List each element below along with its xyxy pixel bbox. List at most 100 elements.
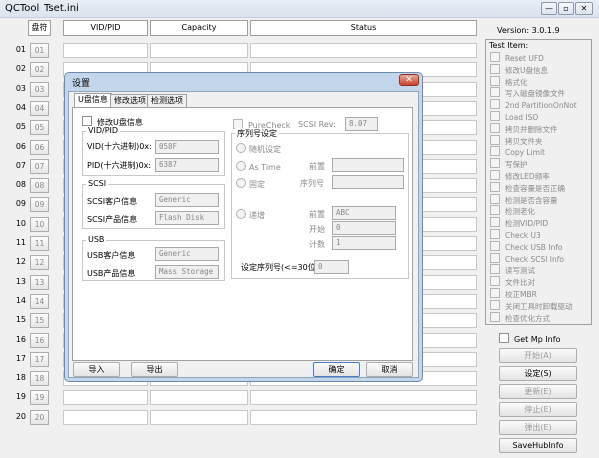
test-item-checkbox[interactable]: 校正MBR [490,288,537,299]
row-port-button[interactable]: 09 [30,197,49,212]
serial-field[interactable] [332,175,404,189]
count-label: 计数 [309,240,325,249]
checkbox-icon [490,87,500,98]
cancel-button[interactable]: 取消 [366,362,413,377]
vidpid-header: VID/PID [63,20,148,36]
row-number: 10 [15,219,26,228]
test-item-checkbox[interactable]: 写保护 [490,158,528,169]
random-radio[interactable]: 随机设定 [236,143,281,155]
test-item-label: 检查容量是否正确 [505,183,565,193]
start-field[interactable]: 0 [332,221,396,235]
prefix-label: 前置 [309,162,325,171]
row-port-button[interactable]: 15 [30,313,49,328]
test-item-checkbox[interactable]: 检测老化 [490,205,535,216]
row-port-button[interactable]: 08 [30,178,49,193]
test-item-checkbox[interactable]: Check U3 [490,229,541,240]
count-field[interactable]: 1 [332,236,396,250]
test-item-checkbox[interactable]: 格式化 [490,75,528,87]
row-port-button[interactable]: 14 [30,294,49,309]
row-port-button[interactable]: 20 [30,410,49,425]
pid-label: PID(十六进制)0x: [87,161,152,170]
row-number: 17 [15,354,26,363]
pid-field[interactable]: 6387 [155,158,219,172]
vidpid-group-label: VID/PID [86,126,121,135]
checkbox-icon [490,170,500,180]
test-item-checkbox[interactable]: Copy Limit [490,146,545,157]
prefix2-field[interactable]: ABC [332,206,396,220]
random-label: 随机设定 [249,145,281,154]
tab-check-options[interactable]: 检测选项 [147,94,187,107]
settings-button[interactable]: 设定(S) [499,366,577,381]
test-item-checkbox[interactable]: 检测VID/PID [490,217,548,228]
as-time-label: As Time [249,163,281,172]
test-item-checkbox[interactable]: 检查容量是否正确 [490,181,565,193]
capacity-cell [150,390,248,405]
serial-length-field[interactable]: 0 [314,260,349,274]
row-port-button[interactable]: 13 [30,275,49,290]
usb-vendor-field[interactable]: Generic [155,247,219,261]
row-port-button[interactable]: 01 [30,43,49,58]
prefix-field[interactable] [332,158,404,172]
row-port-button[interactable]: 03 [30,82,49,97]
row-port-button[interactable]: 02 [30,62,49,77]
test-item-checkbox[interactable]: 2nd PartitionOnNot [490,99,577,110]
test-item-checkbox[interactable]: Reset UFD [490,52,544,63]
checkbox-icon [490,181,500,192]
minimize-button[interactable]: — [541,2,557,15]
import-button[interactable]: 导入 [73,362,120,377]
save-hub-info-button[interactable]: SaveHubInfo [499,438,577,453]
test-item-checkbox[interactable]: 检测是否含容量 [490,193,558,205]
row-port-button[interactable]: 04 [30,101,49,116]
row-port-button[interactable]: 19 [30,390,49,405]
ok-button[interactable]: 确定 [313,362,360,377]
vid-field[interactable]: 058F [155,140,219,154]
fixed-radio[interactable]: 固定 [236,178,265,190]
test-item-checkbox[interactable]: 读写测试 [490,264,535,275]
as-time-radio[interactable]: As Time [236,161,281,172]
test-item-checkbox[interactable]: 写入磁盘镜像文件 [490,87,565,98]
maximize-button[interactable]: ▫ [558,2,574,15]
scsi-rev-field[interactable]: 8.07 [345,117,378,131]
usb-product-field[interactable]: Mass Storage [155,265,219,279]
dialog-close-button[interactable]: ✕ [399,74,419,86]
update-button[interactable]: 更新(E) [499,384,577,399]
row-port-button[interactable]: 16 [30,333,49,348]
checkbox-icon [490,240,500,251]
row-port-button[interactable]: 11 [30,236,49,251]
get-mp-info-checkbox[interactable]: Get Mp Info [499,333,560,344]
test-item-checkbox[interactable]: 拷贝文件夹 [490,134,543,146]
start-button[interactable]: 开始(A) [499,348,577,363]
scsi-vendor-field[interactable]: Generic [155,193,219,207]
row-port-button[interactable]: 06 [30,140,49,155]
test-item-checkbox[interactable]: 修改U盘信息 [490,63,548,75]
row-port-button[interactable]: 10 [30,217,49,232]
export-button[interactable]: 导出 [131,362,178,377]
increment-radio[interactable]: 递增 [236,209,265,221]
scsi-product-field[interactable]: Flash Disk [155,211,219,225]
test-item-checkbox[interactable]: Check USB Info [490,240,562,252]
close-button[interactable]: ✕ [575,2,593,15]
tab-usb-info[interactable]: U盘信息 [74,93,112,108]
row-port-button[interactable]: 05 [30,120,49,135]
test-item-checkbox[interactable]: 文件比对 [490,276,535,287]
test-item-checkbox[interactable]: 拷贝并删除文件 [490,122,558,134]
test-item-checkbox[interactable]: Load ISO [490,111,538,122]
test-item-checkbox[interactable]: 修改LED频率 [490,170,550,181]
test-item-checkbox[interactable]: 关闭工具时卸载驱动 [490,299,573,311]
row-port-button[interactable]: 17 [30,352,49,367]
test-item-checkbox[interactable]: Check SCSI Info [490,252,564,264]
stop-button[interactable]: 停止(E) [499,402,577,417]
test-item-label: 文件比对 [505,278,535,288]
row-number: 07 [15,161,26,170]
row-port-button[interactable]: 12 [30,255,49,270]
row-number: 02 [15,64,26,73]
tab-modify-options[interactable]: 修改选项 [110,94,150,107]
row-number: 06 [15,142,26,151]
checkbox-icon [490,311,500,322]
row-port-button[interactable]: 07 [30,159,49,174]
test-item-checkbox[interactable]: 检查优化方式 [490,311,550,323]
checkbox-icon [490,111,500,121]
eject-button[interactable]: 弹出(E) [499,420,577,435]
dialog-title: 设置 [72,79,91,89]
row-port-button[interactable]: 18 [30,371,49,386]
